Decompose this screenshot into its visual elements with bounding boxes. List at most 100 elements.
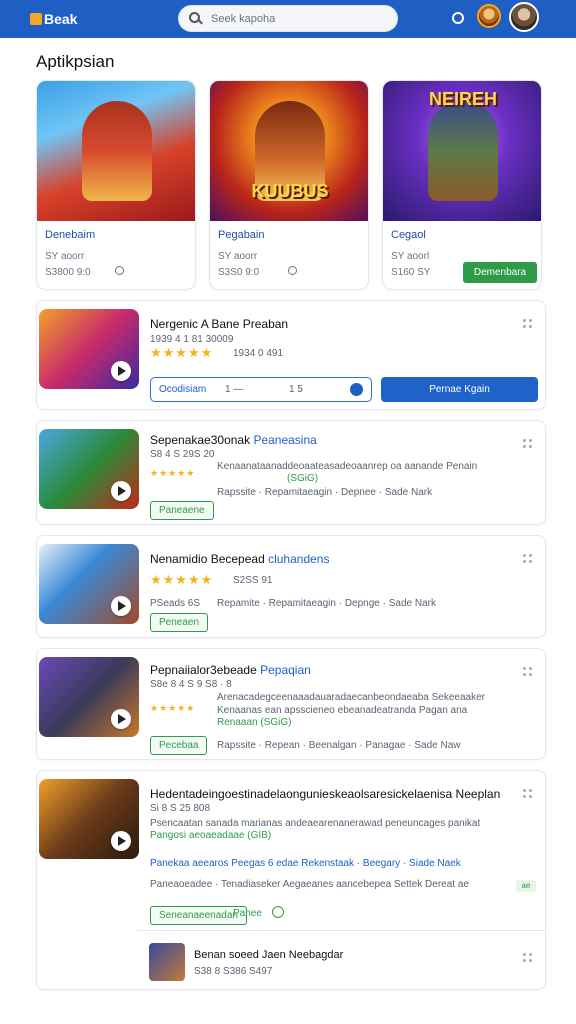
featured-meta: S3S0 9:0 xyxy=(218,267,260,278)
drag-handle-icon[interactable] xyxy=(523,319,533,329)
rating-stars: ★★★★★ xyxy=(150,572,214,587)
game-description-2: Kenaanas ean apsscieneo ebeanadeatranda … xyxy=(217,705,468,716)
featured-meta: S160 SY xyxy=(391,267,431,278)
search-input[interactable]: Seek kapoha xyxy=(178,5,398,32)
game-thumbnail xyxy=(39,544,139,624)
app-logo[interactable]: Beak xyxy=(30,10,77,28)
play-icon[interactable] xyxy=(111,831,131,851)
game-thumbnail xyxy=(39,779,139,859)
game-links[interactable]: Rapssite · Repean · Beenalgan · Panagae … xyxy=(217,740,460,751)
game-description: Arenacadegceenaaadauaradaecanbeondaeaba … xyxy=(217,692,486,703)
top-app-bar: Beak Seek kapoha xyxy=(0,0,576,38)
play-icon[interactable] xyxy=(111,596,131,616)
game-artwork xyxy=(37,81,195,221)
logo-mark-icon xyxy=(30,13,42,25)
featured-sub: SY aoorl xyxy=(391,251,430,262)
featured-name: Cegaol xyxy=(391,229,426,241)
app-logo-text: Beak xyxy=(44,11,78,27)
rating-text: S2SS 91 xyxy=(233,575,273,586)
featured-name: Pegabain xyxy=(218,229,265,241)
sub-item-thumbnail xyxy=(149,943,185,981)
list-item[interactable]: Pepnaiialor3ebeade Pepaqian S8e 8 4 S 9 … xyxy=(36,648,546,760)
tag-label: Panee xyxy=(233,908,262,919)
category-tag[interactable]: Pecebaa xyxy=(150,736,208,755)
list-item[interactable]: Nenamidio Becepead cluhandens ★★★★★ S2SS… xyxy=(36,535,546,638)
primary-action-button[interactable]: Pernae Kgain xyxy=(381,377,538,402)
game-meta: PSeads 6S xyxy=(150,598,201,609)
description-tag: (SGiG) xyxy=(287,473,319,484)
rating-stars: ★★★★★ xyxy=(150,703,196,713)
category-tag[interactable]: Peneaen xyxy=(150,613,209,632)
list-item-expanded[interactable]: Hedentadeingoestinadelaongunieskeaolsare… xyxy=(36,770,546,990)
category-tag[interactable]: Paneaene xyxy=(150,501,214,520)
game-artwork: KUUBUS xyxy=(210,81,368,221)
game-description-2: Pangosi aeoaeadaae (GIB) xyxy=(150,830,272,841)
drag-handle-icon[interactable] xyxy=(523,667,533,677)
avatar[interactable] xyxy=(509,2,539,32)
play-icon[interactable] xyxy=(111,709,131,729)
divider xyxy=(137,930,545,931)
featured-name: Denebaim xyxy=(45,229,96,241)
pin-icon[interactable] xyxy=(288,266,297,275)
game-links[interactable]: Repamite · Repamitaeagin · Depnge · Sade… xyxy=(217,598,436,609)
status-badge: ae xyxy=(516,880,536,892)
install-button[interactable]: Demenbara xyxy=(463,262,537,283)
game-links[interactable]: Rapssite · Repamitaeagin · Depnee · Sade… xyxy=(217,487,432,498)
game-description: Psencaatan sanada marianas andeaearenane… xyxy=(150,818,481,829)
game-title-text: Pepnaiialor3ebeade xyxy=(150,663,257,677)
rating-stars: ★★★★★ xyxy=(150,345,214,360)
game-title: Pepnaiialor3ebeade Pepaqian xyxy=(150,663,311,677)
artwork-title: KUUBUS xyxy=(251,181,329,201)
check-icon xyxy=(350,383,363,396)
list-item[interactable]: Nergenic A Bane Preaban 1939 4 1 81 3000… xyxy=(36,300,546,410)
field-count: 1 5 xyxy=(289,384,303,395)
sub-item-title: Benan soeed Jaen Neebagdar xyxy=(194,949,344,961)
sub-item-drag-handle-icon[interactable] xyxy=(523,953,533,963)
download-progress-field[interactable]: Ocodisiam 1 — 1 5 xyxy=(150,377,372,402)
featured-card-3[interactable]: NEIREH Cegaol SY aoorl S160 SY Demenbara xyxy=(382,80,542,290)
artwork-title: NEIREH xyxy=(428,89,497,109)
game-title: Sepenakae30onak Peaneasina xyxy=(150,433,317,447)
play-icon[interactable] xyxy=(111,481,131,501)
game-title-highlight: cluhandens xyxy=(268,552,330,566)
game-description-3: Renaaan (SGiG) xyxy=(217,717,292,728)
game-meta: S8e 8 4 S 9 S8 · 8 xyxy=(150,679,232,690)
featured-card-2[interactable]: KUUBUS Pegabain SY aoorr S3S0 9:0 xyxy=(209,80,369,290)
rating-stars: ★★★★★ xyxy=(150,468,196,478)
game-meta: Si 8 S 25 808 xyxy=(150,803,211,814)
game-thumbnail xyxy=(39,657,139,737)
game-thumbnail xyxy=(39,309,139,389)
search-placeholder: Seek kapoha xyxy=(211,13,276,25)
game-artwork: NEIREH xyxy=(383,81,541,221)
game-title: Nenamidio Becepead cluhandens xyxy=(150,552,329,566)
field-label: Ocodisiam xyxy=(159,384,207,395)
game-meta: S8 4 S 29S 20 xyxy=(150,449,215,460)
sub-item-meta: S38 8 S386 S497 xyxy=(194,966,273,977)
game-title-highlight: Pepaqian xyxy=(260,663,311,677)
featured-sub: SY aoorr xyxy=(45,251,85,262)
drag-handle-icon[interactable] xyxy=(523,439,533,449)
game-title: Nergenic A Bane Preaban xyxy=(150,317,289,331)
pin-icon[interactable] xyxy=(115,266,124,275)
game-links-2[interactable]: Paneaoeadee · Tenadiaseker Aegaeanes aan… xyxy=(150,879,520,890)
game-description: Kenaanataanaddeoaateasadeoaanrep oa aana… xyxy=(217,461,478,472)
check-circle-icon xyxy=(272,906,284,918)
list-item[interactable]: Sepenakae30onak Peaneasina S8 4 S 29S 20… xyxy=(36,420,546,525)
history-icon[interactable] xyxy=(452,12,464,24)
game-meta: 1939 4 1 81 30009 xyxy=(150,334,234,345)
featured-meta: S3800 9:0 xyxy=(45,267,91,278)
drag-handle-icon[interactable] xyxy=(523,554,533,564)
search-icon xyxy=(189,12,200,23)
avatar-secondary[interactable] xyxy=(477,4,501,28)
play-icon[interactable] xyxy=(111,361,131,381)
field-progress: 1 — xyxy=(225,384,244,395)
featured-card-1[interactable]: Denebaim SY aoorr S3800 9:0 xyxy=(36,80,196,290)
featured-sub: SY aoorr xyxy=(218,251,258,262)
game-thumbnail xyxy=(39,429,139,509)
game-title-highlight: Peaneasina xyxy=(253,433,317,447)
page-title: Aptikpsian xyxy=(36,52,115,71)
drag-handle-icon[interactable] xyxy=(523,789,533,799)
game-links[interactable]: Panekaa aeearos Peegas 6 edae Rekenstaak… xyxy=(150,858,530,869)
rating-text: 1934 0 491 xyxy=(233,348,284,359)
game-title-text: Nenamidio Becepead xyxy=(150,552,265,566)
